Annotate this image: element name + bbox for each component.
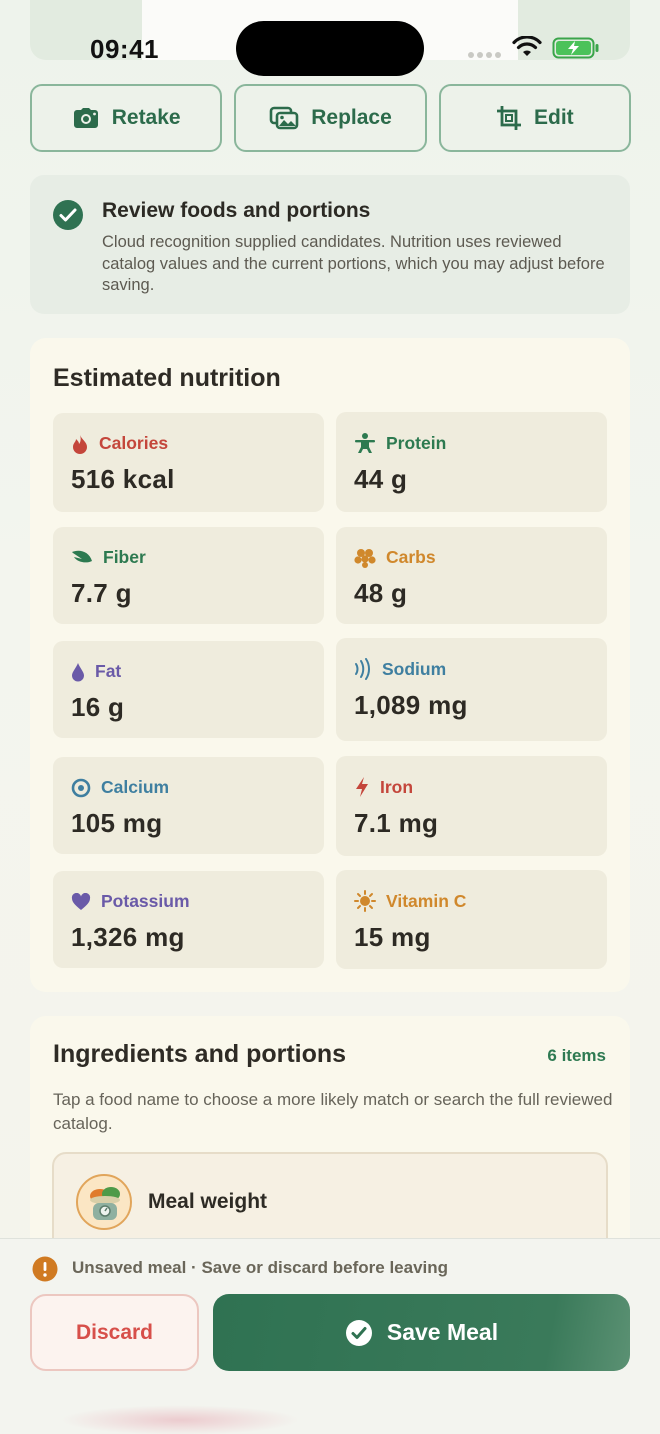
nutrient-value: 105 mg [71,808,163,838]
nutrient-value: 7.1 mg [354,808,439,838]
drop-icon [72,662,84,681]
save-meal-button[interactable]: Save Meal [213,1294,630,1371]
nutrition-title: Estimated nutrition [53,364,281,392]
nutrient-label: Sodium [382,658,447,679]
nutrient-tile-protein: Protein 44 g [336,412,607,512]
exclamation-circle-icon [32,1256,58,1282]
status-time: 09:41 [90,34,159,64]
nutrient-tile-iron: Iron 7.1 mg [336,756,607,856]
circle-dot-icon [71,778,91,797]
nutrient-label: Iron [380,776,414,797]
photo-actions: Retake Replace Edit [30,84,631,152]
waves-icon [355,658,370,680]
flame-icon [73,434,87,454]
nutrient-value: 1,089 mg [354,690,468,720]
grain-cluster-icon [354,548,376,568]
nutrient-tile-sodium: Sodium 1,089 mg [336,638,607,741]
heart-icon [71,892,91,910]
meal-weight-label: Meal weight [148,1190,268,1213]
nutrient-label: Potassium [101,891,190,911]
camera-icon [73,108,98,128]
crop-icon [496,106,521,130]
cellular-signal-icon [468,52,501,58]
replace-label: Replace [311,106,392,129]
nutrient-value: 516 kcal [71,464,175,494]
retake-button[interactable]: Retake [30,84,223,152]
ingredients-title: Ingredients and portions [53,1040,347,1068]
nutrient-value: 15 mg [354,922,431,952]
nutrient-tile-fat: Fat 16 g [53,641,324,738]
nutrient-value: 16 g [71,692,125,722]
nutrient-value: 44 g [354,464,408,494]
nutrient-tile-calories: Calories 516 kcal [53,413,324,512]
nutrient-label: Fiber [103,547,146,567]
nutrient-tile-fiber: Fiber 7.7 g [53,527,324,624]
figure-strength-icon [355,433,375,453]
nutrient-label: Fat [95,661,122,681]
edit-button[interactable]: Edit [438,84,631,152]
replace-button[interactable]: Replace [234,84,427,152]
bolt-icon [356,777,368,797]
discard-label: Discard [75,1320,154,1344]
nutrient-value: 1,326 mg [71,922,185,952]
nutrient-label: Calcium [101,777,170,797]
sun-icon [354,890,376,912]
edit-label: Edit [533,106,574,129]
review-title: Review foods and portions [102,199,371,222]
ingredients-hint: Tap a food name to choose a more likely … [53,1090,613,1133]
nutrient-label: Calories [99,433,169,453]
nutrient-label: Vitamin C [386,890,467,911]
bottom-action-bar: Unsaved meal · Save or discard before le… [0,1238,660,1434]
nutrition-card: Estimated nutrition Calories 516 kcal Pr… [30,338,630,992]
photo-stack-icon [269,106,299,130]
nutrient-value: 7.7 g [71,578,132,608]
battery-icon [552,37,599,59]
review-notice: Review foods and portions Cloud recognit… [30,175,630,314]
ingredients-count: 6 items [547,1046,606,1065]
ingredients-card: Ingredients and portions 6 items Tap a f… [30,1016,630,1276]
nutrient-label: Protein [386,432,447,453]
scale-icon [76,1174,132,1230]
background-blur [60,1405,300,1434]
unsaved-warning: Unsaved meal · Save or discard before le… [72,1258,449,1277]
nutrient-tile-carbs: Carbs 48 g [336,527,607,624]
checkmark-circle-icon [345,1319,372,1346]
nutrient-value: 48 g [354,578,408,608]
leaf-icon [72,550,92,562]
review-text: Cloud recognition supplied candidates. N… [102,233,605,294]
nutrient-tile-vitamin-c: Vitamin C 15 mg [336,870,607,969]
nutrient-tile-potassium: Potassium 1,326 mg [53,871,324,968]
retake-label: Retake [111,106,181,129]
save-meal-label: Save Meal [386,1319,499,1345]
discard-button[interactable]: Discard [30,1294,199,1371]
nutrient-tile-calcium: Calcium 105 mg [53,757,324,854]
nutrient-label: Carbs [386,547,436,567]
checkmark-circle-icon [53,200,83,230]
dynamic-island [236,21,424,76]
wifi-icon [512,36,542,56]
